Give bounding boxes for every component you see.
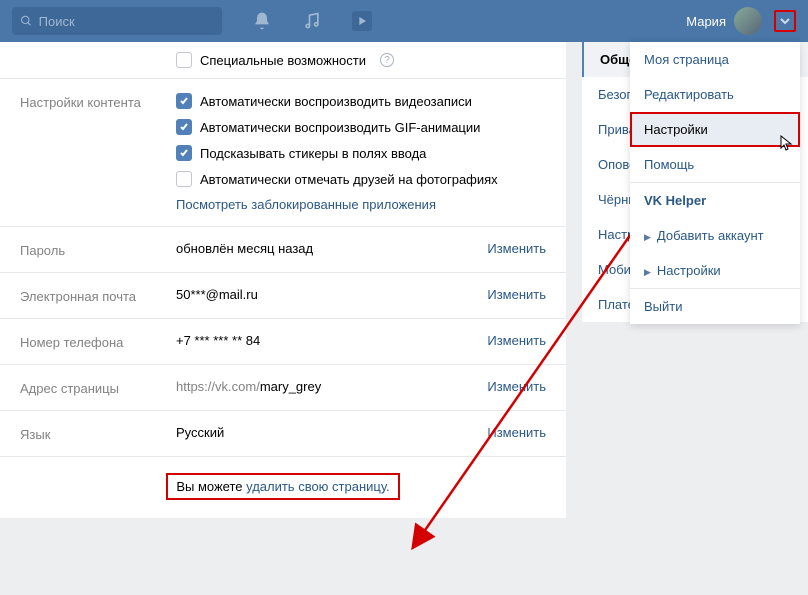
delete-page-link[interactable]: удалить свою страницу. [246, 479, 390, 494]
stickers-label: Подсказывать стикеры в полях ввода [200, 146, 426, 161]
lang-change[interactable]: Изменить [487, 425, 546, 440]
dd-help[interactable]: Помощь [630, 147, 800, 182]
search-icon [20, 14, 33, 28]
autoplay-gif-label: Автоматически воспроизводить GIF-анимаци… [200, 120, 480, 135]
phone-value: +7 *** *** ** 84 [176, 333, 260, 348]
page-addr-slug: mary_grey [260, 379, 321, 394]
row-email: Электронная почта 50***@mail.ru Изменить [0, 273, 566, 319]
app-header: Мария [0, 0, 808, 42]
dd-settings[interactable]: Настройки [630, 112, 800, 147]
checkbox-stickers[interactable] [176, 145, 192, 161]
row-page-address: Адрес страницы https://vk.com/mary_grey … [0, 365, 566, 411]
search-input[interactable] [39, 14, 214, 29]
dd-logout[interactable]: Выйти [630, 289, 800, 324]
password-label: Пароль [20, 241, 176, 258]
search-box[interactable] [12, 7, 222, 35]
label-empty [20, 52, 176, 54]
page-addr-change[interactable]: Изменить [487, 379, 546, 394]
dd-settings-label: Настройки [644, 122, 708, 137]
checkbox-autoplay-gif[interactable] [176, 119, 192, 135]
row-content-settings: Настройки контента Автоматически воспрои… [0, 79, 566, 227]
video-icon[interactable] [352, 11, 372, 31]
lang-value: Русский [176, 425, 224, 440]
checkbox-auto-tag[interactable] [176, 171, 192, 187]
music-icon[interactable] [302, 11, 322, 31]
phone-label: Номер телефона [20, 333, 176, 350]
settings-main: Специальные возможности ? Настройки конт… [0, 42, 566, 518]
blocked-apps-link[interactable]: Посмотреть заблокированные приложения [176, 197, 546, 212]
page-addr-label: Адрес страницы [20, 379, 176, 396]
delete-box: Вы можете удалить свою страницу. [166, 473, 399, 500]
email-value: 50***@mail.ru [176, 287, 258, 302]
bell-icon[interactable] [252, 11, 272, 31]
row-special: Специальные возможности ? [0, 42, 566, 79]
header-user[interactable]: Мария [686, 7, 796, 35]
row-password: Пароль обновлён месяц назад Изменить [0, 227, 566, 273]
header-icons [252, 11, 372, 31]
user-name: Мария [686, 14, 726, 29]
content-settings-label: Настройки контента [20, 93, 176, 110]
cursor-icon [780, 135, 794, 151]
checkbox-autoplay-video[interactable] [176, 93, 192, 109]
user-menu-toggle[interactable] [774, 10, 796, 32]
special-label: Специальные возможности [200, 53, 366, 68]
user-dropdown: Моя страница Редактировать Настройки Пом… [630, 42, 800, 324]
help-icon[interactable]: ? [380, 53, 394, 67]
dd-helper-settings[interactable]: Настройки [630, 253, 800, 288]
dd-my-page[interactable]: Моя страница [630, 42, 800, 77]
password-change[interactable]: Изменить [487, 241, 546, 256]
footer: Вы можете удалить свою страницу. [0, 456, 566, 518]
dd-edit[interactable]: Редактировать [630, 77, 800, 112]
dd-helper-head: VK Helper [630, 183, 800, 218]
lang-label: Язык [20, 425, 176, 442]
password-value: обновлён месяц назад [176, 241, 313, 256]
footer-prefix: Вы можете [176, 479, 246, 494]
chevron-down-icon [780, 17, 790, 25]
page-addr-prefix: https://vk.com/ [176, 379, 260, 394]
phone-change[interactable]: Изменить [487, 333, 546, 348]
row-lang: Язык Русский Изменить [0, 411, 566, 456]
checkbox-special[interactable] [176, 52, 192, 68]
dd-add-account[interactable]: Добавить аккаунт [630, 218, 800, 253]
autoplay-video-label: Автоматически воспроизводить видеозаписи [200, 94, 472, 109]
avatar [734, 7, 762, 35]
email-label: Электронная почта [20, 287, 176, 304]
auto-tag-label: Автоматически отмечать друзей на фотогра… [200, 172, 498, 187]
email-change[interactable]: Изменить [487, 287, 546, 302]
row-phone: Номер телефона +7 *** *** ** 84 Изменить [0, 319, 566, 365]
